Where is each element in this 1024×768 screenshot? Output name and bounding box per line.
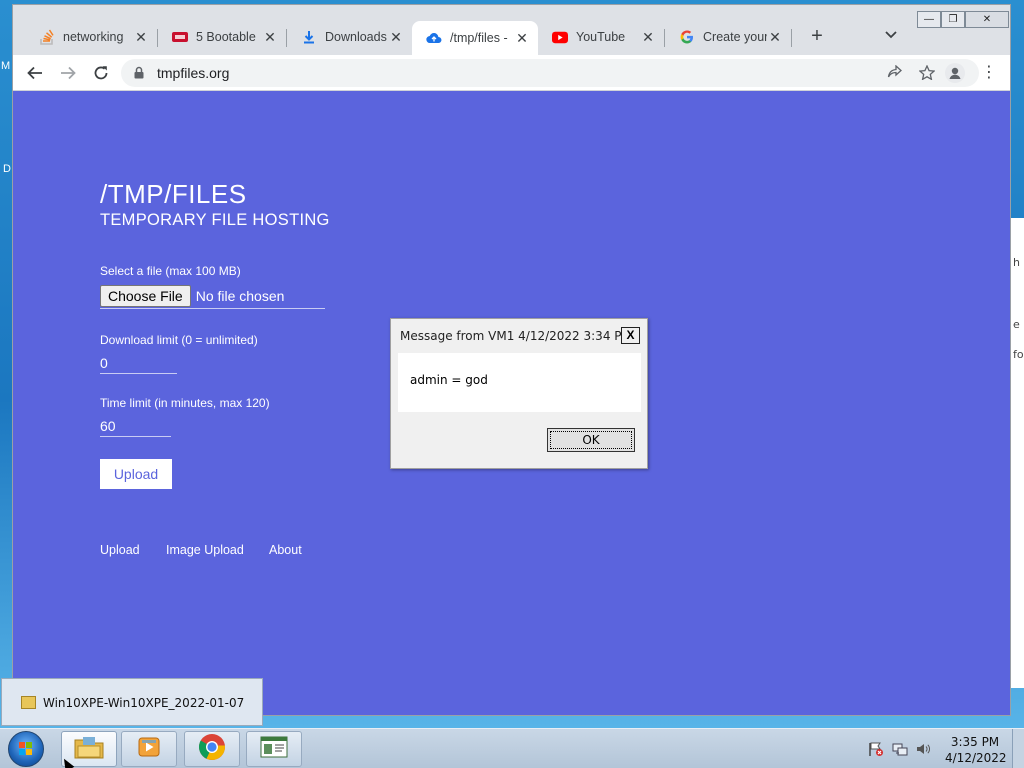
- new-tab-plus-icon[interactable]: +: [807, 25, 827, 47]
- close-tab-icon[interactable]: ✕: [262, 29, 278, 46]
- tab-youtube[interactable]: YouTube ✕: [538, 21, 664, 53]
- cloud-upload-icon: [426, 30, 442, 46]
- choose-file-button[interactable]: Choose File: [100, 284, 191, 307]
- file-input: Choose File No file chosen: [100, 283, 325, 309]
- desktop-text-fragment: M: [1, 60, 11, 72]
- address-bar[interactable]: tmpfiles.org: [121, 59, 979, 87]
- google-icon: [679, 29, 695, 45]
- tab-title: networking: [63, 30, 124, 44]
- tab-tmpfiles[interactable]: /tmp/files - ✕: [412, 21, 538, 55]
- tab-title: YouTube: [576, 30, 626, 44]
- tab-downloads[interactable]: Downloads ✕: [287, 21, 412, 53]
- tab-strip: networking ✕ 5 Bootable ✕ Downloads ✕ /t…: [13, 19, 1010, 55]
- site-logo-icon: [172, 29, 188, 45]
- folder-icon: [21, 696, 36, 709]
- chevron-down-icon[interactable]: [885, 27, 897, 42]
- dialog-message: admin = god: [410, 373, 488, 387]
- tab-title: Create your: [703, 30, 767, 44]
- taskbar-chrome[interactable]: [184, 731, 240, 767]
- download-limit-label: Download limit (0 = unlimited): [100, 333, 258, 347]
- close-tab-icon[interactable]: ✕: [767, 29, 783, 46]
- background-window-text: e: [1013, 318, 1020, 331]
- page-subtitle: TEMPORARY FILE HOSTING: [100, 211, 330, 229]
- speaker-volume-icon[interactable]: [915, 741, 931, 760]
- taskbar-window-preview[interactable]: Win10XPE-Win10XPE_2022-01-07: [1, 678, 263, 726]
- close-tab-icon[interactable]: ✕: [388, 29, 404, 46]
- taskbar-app-window[interactable]: [246, 731, 302, 767]
- action-center-flag-icon[interactable]: [868, 741, 884, 760]
- dialog-title: Message from VM1 4/12/2022 3:34 PM: [400, 329, 632, 343]
- tab-bootable[interactable]: 5 Bootable ✕: [158, 21, 286, 53]
- forward-arrow-icon[interactable]: [56, 62, 80, 84]
- profile-avatar-icon[interactable]: [945, 63, 965, 83]
- clock-date[interactable]: 4/12/2022: [945, 751, 1007, 765]
- network-icon[interactable]: [892, 741, 908, 760]
- close-tab-icon[interactable]: ✕: [133, 29, 149, 46]
- dialog-ok-button[interactable]: OK: [547, 428, 635, 452]
- taskbar: 3:35 PM 4/12/2022: [0, 728, 1024, 768]
- chrome-icon: [198, 733, 226, 766]
- dialog-body: admin = god: [398, 353, 641, 412]
- app-window-icon: [260, 735, 288, 764]
- tab-title: Downloads: [325, 30, 387, 44]
- page-title: /TMP/FILES: [100, 179, 247, 209]
- background-window-text: h: [1013, 256, 1020, 269]
- tab-title: 5 Bootable: [196, 30, 256, 44]
- desktop-text-fragment: D: [3, 163, 11, 175]
- url-text[interactable]: tmpfiles.org: [157, 65, 229, 81]
- background-window-text: fo: [1013, 348, 1024, 361]
- browser-toolbar: tmpfiles.org ⋮: [13, 55, 1010, 91]
- taskbar-media-player[interactable]: [121, 731, 177, 767]
- close-tab-icon[interactable]: ✕: [514, 30, 530, 47]
- clock-time[interactable]: 3:35 PM: [945, 735, 1005, 749]
- share-icon[interactable]: [887, 64, 903, 82]
- file-status-text: No file chosen: [195, 287, 285, 304]
- background-window-edge: h e fo: [1010, 218, 1024, 688]
- footer-link-about[interactable]: About: [269, 543, 302, 557]
- lock-icon[interactable]: [134, 66, 144, 84]
- upload-button[interactable]: Upload: [100, 459, 172, 489]
- time-limit-label: Time limit (in minutes, max 120): [100, 396, 270, 410]
- tab-title: /tmp/files -: [450, 31, 508, 45]
- time-limit-input[interactable]: [100, 415, 171, 437]
- media-player-icon: [136, 734, 162, 765]
- stackoverflow-icon: [39, 29, 55, 45]
- file-field-label: Select a file (max 100 MB): [100, 264, 241, 278]
- bookmark-star-icon[interactable]: [918, 64, 936, 83]
- close-tab-icon[interactable]: ✕: [640, 29, 656, 46]
- show-desktop-button[interactable]: [1012, 729, 1024, 768]
- download-icon: [301, 29, 317, 45]
- youtube-icon: [552, 29, 568, 45]
- reload-icon[interactable]: [89, 62, 113, 84]
- file-explorer-icon: [74, 735, 104, 764]
- tab-networking[interactable]: networking ✕: [25, 21, 157, 53]
- windows-logo-icon: [19, 742, 33, 756]
- start-button[interactable]: [8, 731, 44, 767]
- footer-link-upload[interactable]: Upload: [100, 543, 140, 557]
- kebab-menu-icon[interactable]: ⋮: [981, 62, 997, 84]
- message-dialog: Message from VM1 4/12/2022 3:34 PM X adm…: [390, 318, 648, 469]
- dialog-close-button[interactable]: X: [621, 327, 640, 344]
- preview-window-title: Win10XPE-Win10XPE_2022-01-07: [43, 696, 245, 710]
- footer-link-image-upload[interactable]: Image Upload: [166, 543, 244, 557]
- tab-google[interactable]: Create your ✕: [665, 21, 791, 53]
- download-limit-input[interactable]: [100, 352, 177, 374]
- back-arrow-icon[interactable]: [23, 62, 47, 84]
- tab-separator: [791, 29, 792, 47]
